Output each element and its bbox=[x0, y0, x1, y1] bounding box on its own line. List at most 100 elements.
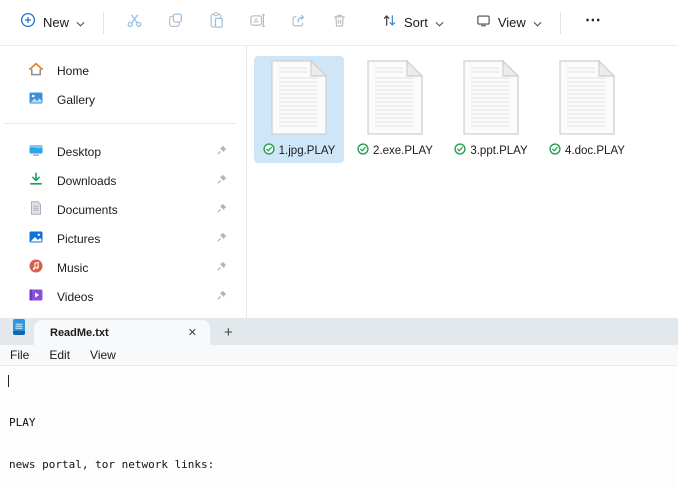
file-name: 1.jpg.PLAY bbox=[279, 145, 336, 157]
rename-icon: A bbox=[249, 12, 266, 34]
file-tile-2[interactable]: 2.exe.PLAY bbox=[350, 56, 440, 163]
pin-icon bbox=[216, 289, 228, 304]
sidebar-item-label: Gallery bbox=[57, 93, 228, 107]
check-badge-icon bbox=[454, 143, 466, 158]
chevron-down-icon bbox=[435, 14, 444, 32]
notepad-menu-bar: File Edit View bbox=[0, 345, 678, 366]
home-icon bbox=[28, 61, 44, 80]
file-explorer-window: New bbox=[0, 0, 678, 318]
videos-icon bbox=[28, 287, 44, 306]
desktop-icon bbox=[28, 142, 44, 161]
file-name: 2.exe.PLAY bbox=[373, 145, 433, 157]
document-file-icon bbox=[463, 60, 519, 140]
menu-edit[interactable]: Edit bbox=[39, 345, 80, 365]
text-editor-area[interactable]: PLAY news portal, tor network links: mbr… bbox=[0, 366, 678, 488]
file-tile-4[interactable]: 4.doc.PLAY bbox=[542, 56, 632, 163]
pictures-icon bbox=[28, 229, 44, 248]
file-tile-3[interactable]: 3.ppt.PLAY bbox=[446, 56, 536, 163]
sidebar-item-label: Videos bbox=[57, 290, 203, 304]
notepad-app-icon bbox=[12, 318, 26, 341]
gallery-icon bbox=[28, 90, 44, 109]
close-icon: ✕ bbox=[188, 327, 197, 339]
new-tab-button[interactable]: + bbox=[224, 324, 233, 341]
view-button[interactable]: View bbox=[468, 7, 550, 39]
check-badge-icon bbox=[357, 143, 369, 158]
text-line: PLAY bbox=[9, 416, 670, 430]
check-badge-icon bbox=[263, 143, 275, 158]
trash-icon bbox=[331, 12, 348, 34]
paste-icon bbox=[208, 12, 225, 34]
plus-icon: + bbox=[224, 324, 233, 341]
paste-button[interactable] bbox=[196, 6, 237, 40]
scissors-icon bbox=[126, 12, 143, 34]
rename-button[interactable]: A bbox=[237, 6, 278, 40]
sidebar-item-label: Desktop bbox=[57, 145, 203, 159]
document-file-icon bbox=[271, 60, 327, 140]
close-tab-button[interactable]: ✕ bbox=[181, 324, 204, 341]
share-icon bbox=[290, 12, 307, 34]
explorer-toolbar: New bbox=[0, 0, 678, 46]
document-file-icon bbox=[367, 60, 423, 140]
menu-view[interactable]: View bbox=[80, 345, 126, 365]
sidebar-item-gallery[interactable]: Gallery bbox=[0, 85, 246, 114]
share-button[interactable] bbox=[278, 6, 319, 40]
file-list: 1.jpg.PLAY 2.exe.PLAY bbox=[247, 46, 678, 318]
sidebar-item-label: Downloads bbox=[57, 174, 203, 188]
file-label: 1.jpg.PLAY bbox=[263, 143, 336, 158]
sidebar-item-downloads[interactable]: Downloads bbox=[0, 166, 246, 195]
sidebar-separator bbox=[4, 123, 236, 124]
pin-icon bbox=[216, 173, 228, 188]
file-label: 2.exe.PLAY bbox=[357, 143, 433, 158]
sidebar-item-home[interactable]: Home bbox=[0, 56, 246, 85]
pin-icon bbox=[216, 202, 228, 217]
toolbar-divider bbox=[560, 12, 561, 34]
file-name: 4.doc.PLAY bbox=[565, 145, 625, 157]
tab-readme[interactable]: ReadMe.txt ✕ bbox=[34, 320, 210, 345]
monitor-icon bbox=[476, 13, 491, 33]
toolbar-divider bbox=[103, 12, 104, 34]
tab-title: ReadMe.txt bbox=[50, 327, 181, 339]
view-button-label: View bbox=[498, 15, 526, 30]
file-label: 4.doc.PLAY bbox=[549, 143, 625, 158]
svg-text:A: A bbox=[254, 16, 259, 25]
sidebar-item-pictures[interactable]: Pictures bbox=[0, 224, 246, 253]
copy-button[interactable] bbox=[155, 6, 196, 40]
check-badge-icon bbox=[549, 143, 561, 158]
text-cursor bbox=[8, 375, 9, 387]
new-button-label: New bbox=[43, 15, 69, 30]
ellipsis-icon: ⋯ bbox=[585, 12, 602, 29]
file-tile-1[interactable]: 1.jpg.PLAY bbox=[254, 56, 344, 163]
sidebar-item-videos[interactable]: Videos bbox=[0, 282, 246, 311]
menu-file[interactable]: File bbox=[0, 345, 39, 365]
sort-button[interactable]: Sort bbox=[374, 7, 452, 39]
sidebar-item-music[interactable]: Music bbox=[0, 253, 246, 282]
sidebar-item-label: Documents bbox=[57, 203, 203, 217]
file-name: 3.ppt.PLAY bbox=[470, 145, 527, 157]
document-file-icon bbox=[559, 60, 615, 140]
file-label: 3.ppt.PLAY bbox=[454, 143, 527, 158]
sidebar-item-label: Music bbox=[57, 261, 203, 275]
see-more-button[interactable]: ⋯ bbox=[571, 10, 616, 36]
music-icon bbox=[28, 258, 44, 277]
sort-arrows-icon bbox=[382, 13, 397, 33]
chevron-down-icon bbox=[76, 14, 85, 32]
explorer-sidebar: Home Gallery bbox=[0, 46, 247, 318]
plus-circle-icon bbox=[20, 12, 36, 33]
text-line: news portal, tor network links: bbox=[9, 458, 670, 472]
pin-icon bbox=[216, 231, 228, 246]
sidebar-item-label: Pictures bbox=[57, 232, 203, 246]
desktop-screenshot: New bbox=[0, 0, 678, 488]
notepad-window: ReadMe.txt ✕ + File Edit View PLAY news … bbox=[0, 318, 678, 488]
chevron-down-icon bbox=[533, 14, 542, 32]
new-button[interactable]: New bbox=[12, 6, 93, 39]
documents-icon bbox=[28, 200, 44, 219]
downloads-icon bbox=[28, 171, 44, 190]
pin-icon bbox=[216, 144, 228, 159]
cut-button[interactable] bbox=[114, 6, 155, 40]
copy-icon bbox=[167, 12, 184, 34]
sidebar-item-desktop[interactable]: Desktop bbox=[0, 137, 246, 166]
sidebar-item-label: Home bbox=[57, 64, 228, 78]
pin-icon bbox=[216, 260, 228, 275]
delete-button[interactable] bbox=[319, 6, 360, 40]
sidebar-item-documents[interactable]: Documents bbox=[0, 195, 246, 224]
